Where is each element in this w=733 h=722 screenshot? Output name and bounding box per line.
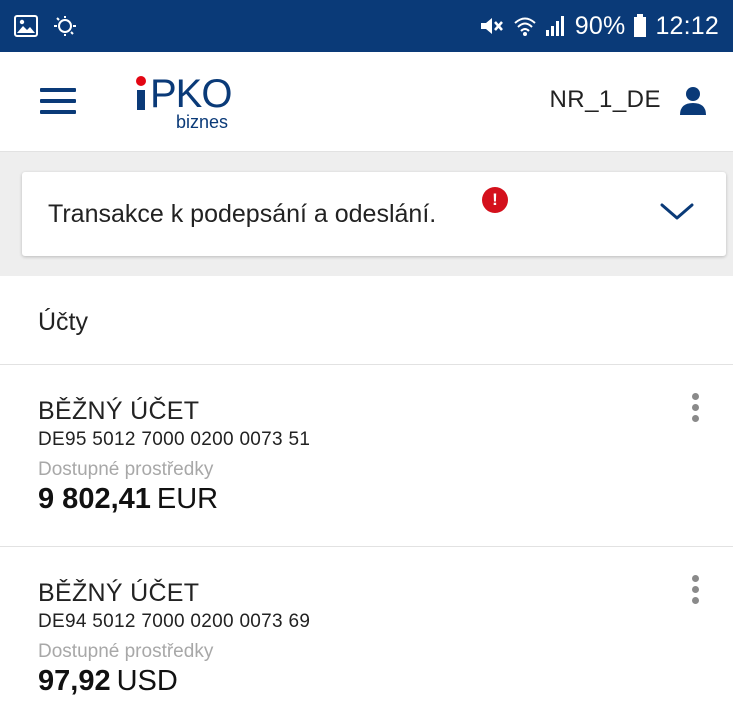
signal-icon (545, 15, 567, 37)
account-balance: 9 802,41 EUR (38, 483, 218, 516)
balance-currency: EUR (156, 483, 219, 515)
battery-percent: 90% (574, 11, 626, 40)
notice-band: Transakce k podepsání a odeslání. ! (0, 152, 733, 276)
status-bar: 90% 12:12 (0, 0, 733, 52)
account-item[interactable]: BĚŽNÝ ÚČET DE94 5012 7000 0200 0073 69 D… (0, 547, 733, 722)
balance-amount: 9 802,41 (38, 483, 151, 515)
notice-text: Transakce k podepsání a odeslání. (48, 200, 437, 228)
clock: 12:12 (655, 11, 719, 40)
available-funds-label: Dostupné prostředky (38, 459, 214, 480)
alert-badge: ! (482, 187, 508, 213)
battery-icon (633, 14, 647, 38)
account-name: BĚŽNÝ ÚČET (38, 397, 200, 425)
menu-icon[interactable] (40, 88, 76, 116)
user-icon[interactable] (677, 84, 709, 116)
available-funds-label: Dostupné prostředky (38, 641, 214, 662)
balance-amount: 97,92 (38, 665, 111, 697)
balance-currency: USD (116, 665, 178, 697)
logo-sub-text: biznes (176, 112, 229, 132)
sync-icon (52, 15, 78, 37)
status-right: 90% 12:12 (479, 12, 719, 41)
app-header: PKO biznes NR_1_DE (0, 52, 733, 152)
chevron-down-icon[interactable] (660, 202, 694, 222)
user-name: NR_1_DE (549, 86, 661, 113)
more-options-icon[interactable] (687, 393, 703, 429)
account-item[interactable]: BĚŽNÝ ÚČET DE95 5012 7000 0200 0073 51 D… (0, 365, 733, 545)
mute-icon (479, 15, 505, 37)
more-options-icon[interactable] (687, 575, 703, 611)
logo-dot (136, 76, 146, 86)
accounts-section-title: Účty (38, 308, 88, 336)
logo-main-text: PKO (150, 72, 232, 116)
account-iban: DE94 5012 7000 0200 0073 69 (38, 611, 311, 632)
pko-logo: PKO biznes (136, 72, 236, 132)
status-left (14, 15, 78, 37)
account-iban: DE95 5012 7000 0200 0073 51 (38, 429, 311, 450)
pending-transactions-card[interactable]: Transakce k podepsání a odeslání. ! (22, 172, 726, 256)
account-name: BĚŽNÝ ÚČET (38, 579, 200, 607)
logo-stem (137, 90, 145, 110)
gallery-icon (14, 15, 38, 37)
wifi-icon (513, 15, 537, 37)
account-balance: 97,92 USD (38, 665, 178, 698)
